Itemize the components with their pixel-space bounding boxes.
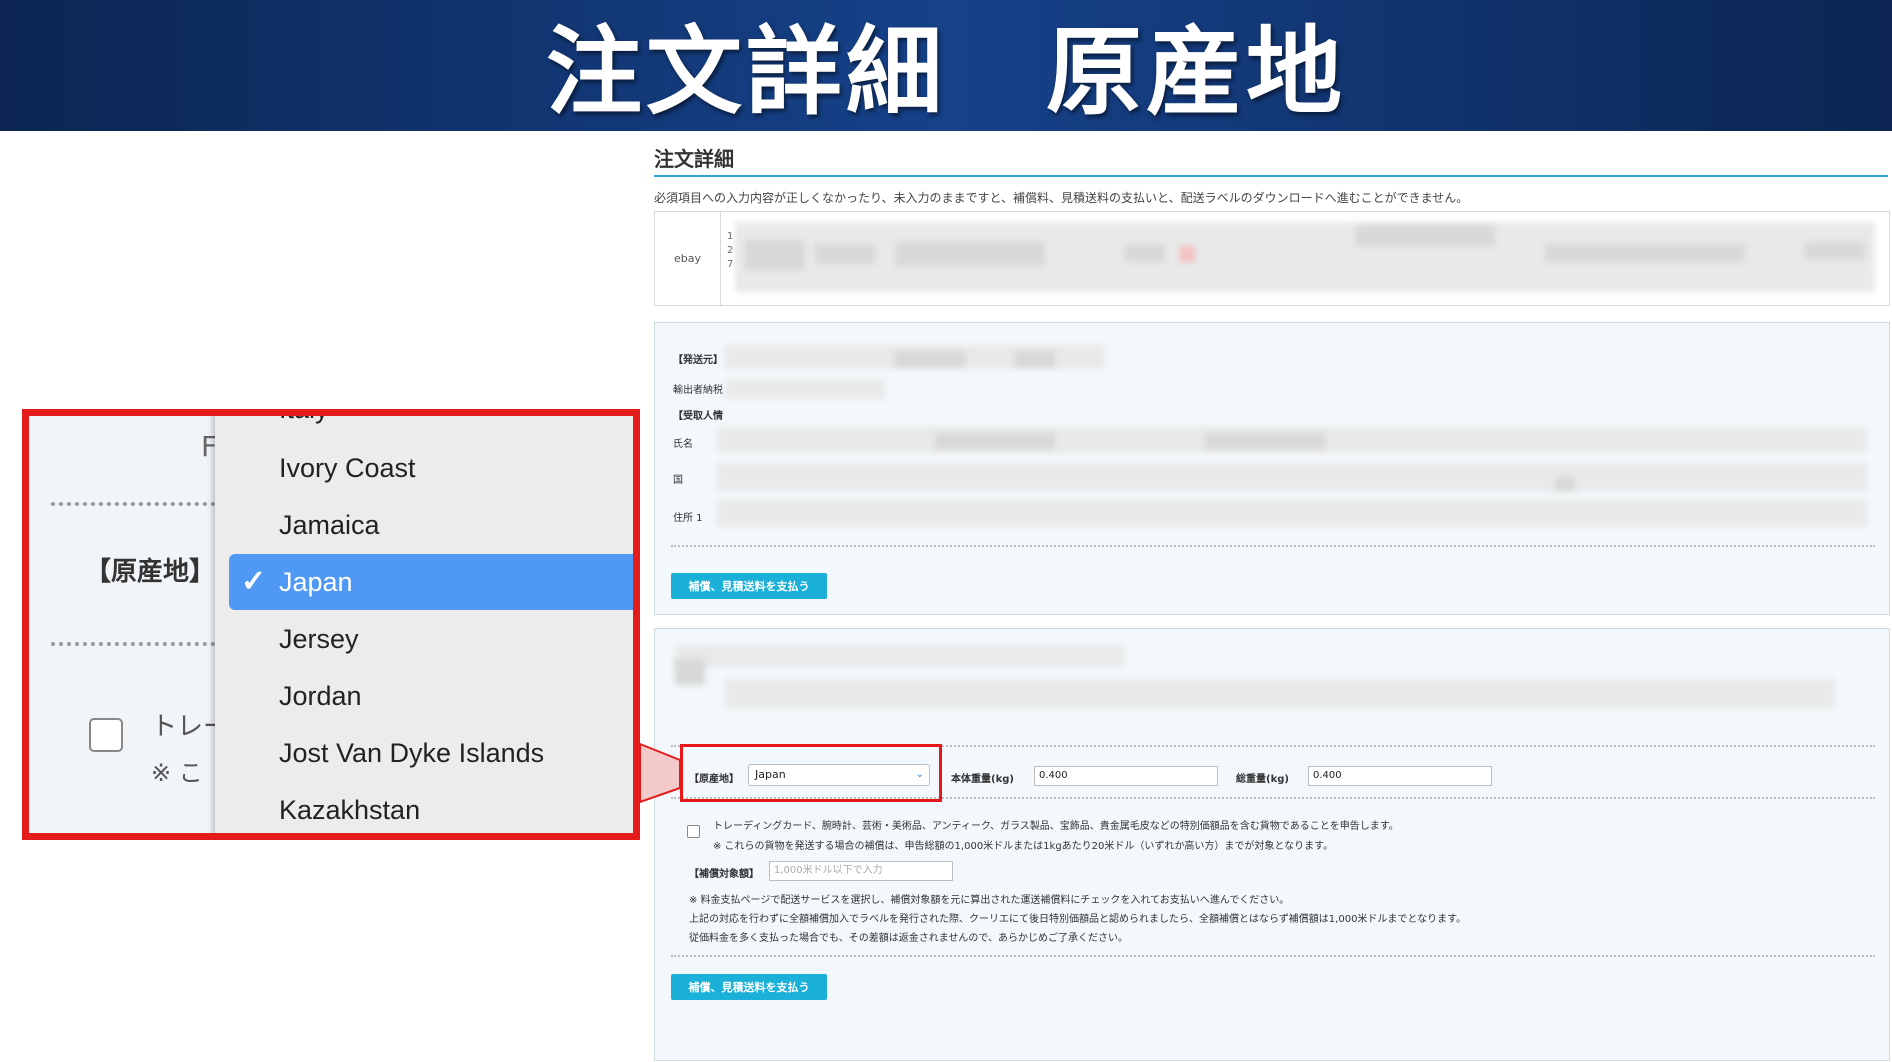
dropdown-option[interactable]: Jost Van Dyke Islands <box>215 725 633 781</box>
zoom-origin-label: 【原産地】 <box>85 557 216 587</box>
dropdown-option[interactable]: Kazakhstan <box>215 782 633 833</box>
dropdown-option-partial[interactable]: Italy <box>279 416 329 425</box>
separator <box>51 502 231 506</box>
checkmark-icon: ✓ <box>241 565 267 598</box>
zoom-declare-note: ※ こ <box>151 759 203 787</box>
dropdown-option[interactable]: Jordan <box>215 668 633 724</box>
dropdown-option[interactable]: Ivory Coast <box>215 440 633 496</box>
separator <box>51 642 231 646</box>
dropdown-option[interactable]: Jamaica <box>215 497 633 553</box>
zoomed-origin-dropdown: F 【原産地】 トレー ※ こ Italy Ivory Coast Jamaic… <box>22 409 640 840</box>
country-dropdown-list[interactable]: Italy Ivory Coast Jamaica ✓ Japan Jersey… <box>215 416 633 833</box>
dropdown-option[interactable]: Jersey <box>215 611 633 667</box>
zoom-checkbox[interactable] <box>89 718 123 752</box>
dropdown-option-selected[interactable]: ✓ Japan <box>229 554 633 610</box>
